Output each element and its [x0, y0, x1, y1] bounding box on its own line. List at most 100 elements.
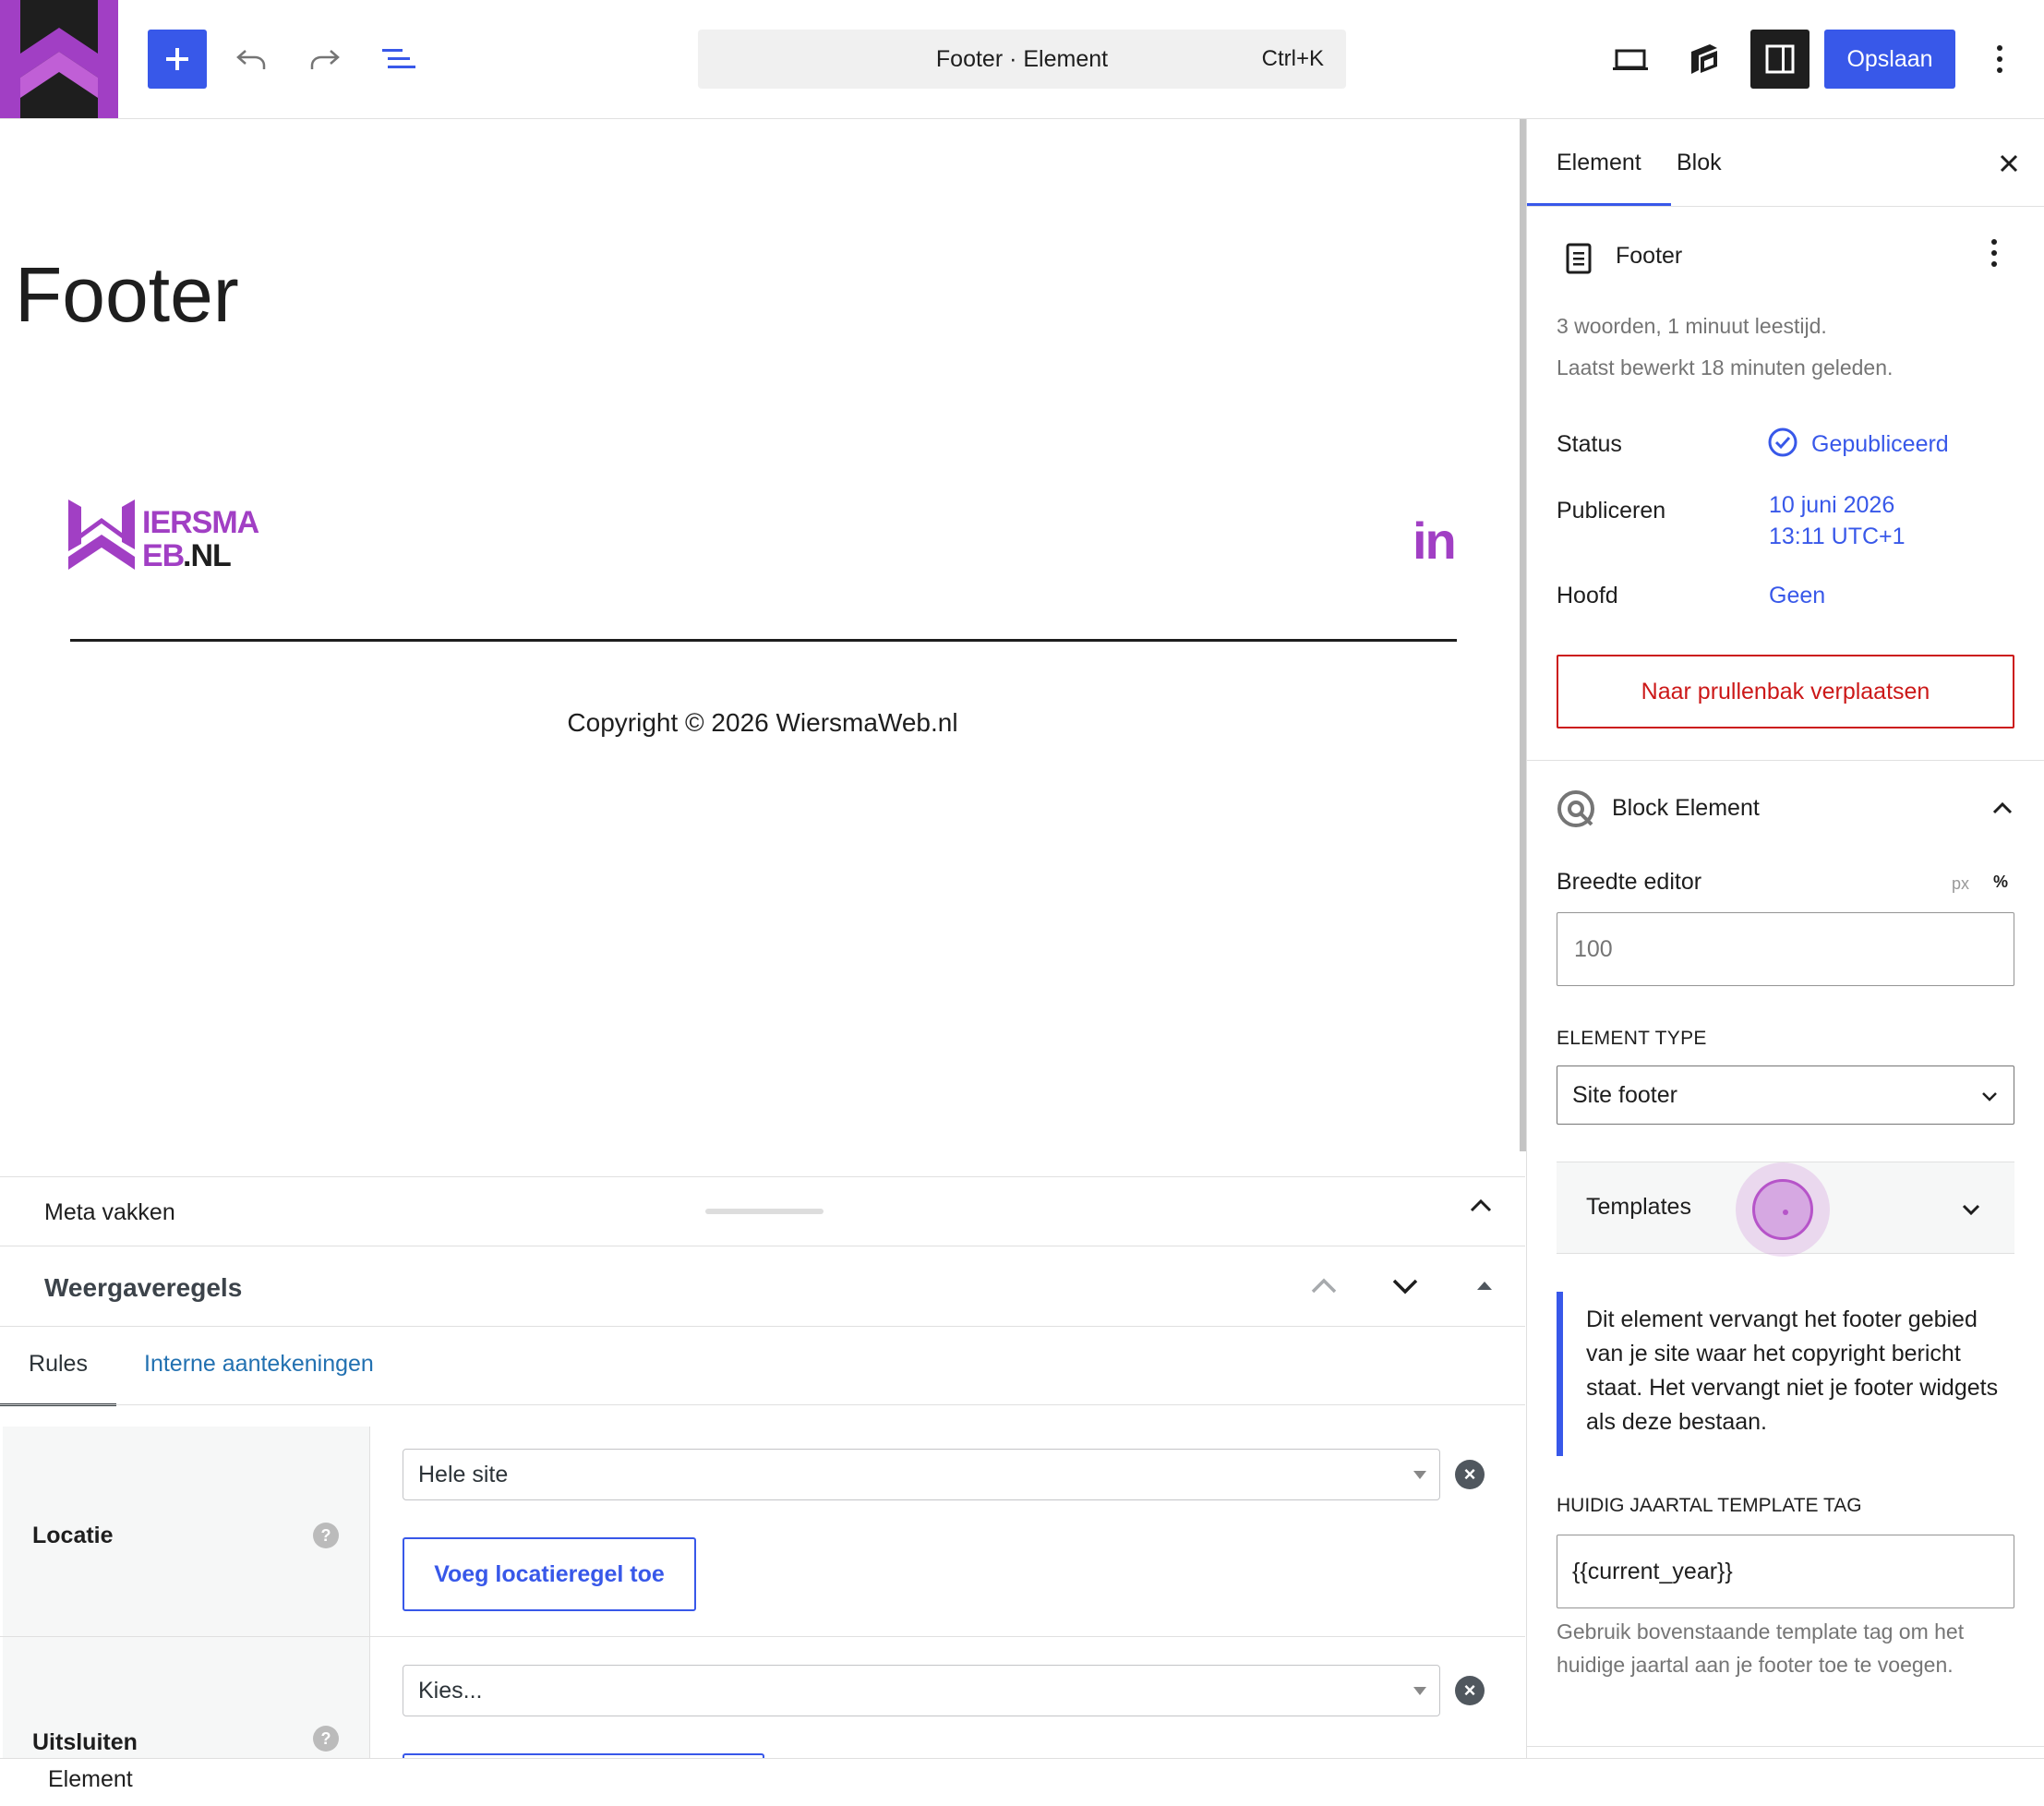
divider: [0, 1404, 1525, 1405]
page-title[interactable]: Footer: [15, 250, 239, 340]
exclude-label: Uitsluiten: [32, 1729, 138, 1755]
logo-text-line2-dark: .NL: [183, 538, 232, 573]
command-shortcut: Ctrl+K: [1261, 46, 1324, 71]
footer-divider: [70, 639, 1457, 642]
block-element-toggle[interactable]: [1989, 795, 2016, 823]
publish-time[interactable]: 13:11 UTC+1: [1769, 524, 1906, 550]
undo-icon: [236, 50, 266, 69]
block-element-title[interactable]: Block Element: [1612, 795, 1760, 822]
publish-label: Publiceren: [1557, 498, 1666, 524]
parent-value[interactable]: Geen: [1769, 583, 1825, 609]
add-block-button[interactable]: [148, 30, 207, 89]
linkedin-icon[interactable]: in: [1413, 511, 1457, 571]
editor-header: Footer · Element Ctrl+K Opslaan: [0, 0, 2044, 119]
year-tag-help: Gebruik bovenstaande template tag om het…: [1557, 1619, 1965, 1677]
element-type-select[interactable]: Site footer: [1557, 1066, 2014, 1125]
move-to-trash-button[interactable]: Naar prullenbak verplaatsen: [1557, 655, 2014, 728]
location-select[interactable]: Hele site: [403, 1449, 1440, 1500]
templates-label: Templates: [1586, 1194, 1691, 1220]
logo-text-line2-colored: EB: [142, 538, 185, 573]
published-check-icon: [1767, 427, 1798, 458]
chevron-down-icon: [1962, 1204, 1980, 1216]
document-overview-button[interactable]: [369, 30, 428, 89]
generatepress-button[interactable]: [1675, 30, 1734, 89]
redo-button[interactable]: [295, 30, 355, 89]
more-vertical-icon: [1991, 239, 1997, 267]
block-element-icon: [1557, 789, 1595, 828]
meta-boxes-panel: Meta vakken Weergaveregels Rules Interne…: [0, 1176, 1525, 1758]
remove-location-icon[interactable]: ×: [1455, 1460, 1485, 1489]
location-label-cell: Locatie ?: [3, 1427, 370, 1637]
unit-px-toggle[interactable]: px: [1952, 874, 1969, 894]
element-type-label: ELEMENT TYPE: [1557, 1028, 1707, 1049]
status-value[interactable]: Gepubliceerd: [1811, 431, 1949, 458]
help-icon[interactable]: ?: [313, 1726, 339, 1752]
location-label: Locatie: [32, 1523, 114, 1548]
status-label: Status: [1557, 431, 1622, 457]
help-icon[interactable]: ?: [313, 1523, 339, 1548]
caret-down-icon: [1413, 1471, 1426, 1479]
list-view-icon: [382, 49, 415, 68]
settings-sidebar: Element Blok Footer 3 woorden, 1 minuut …: [1526, 119, 2044, 1758]
chevron-down-icon: [1982, 1092, 1997, 1102]
display-rules-title: Weergaveregels: [44, 1273, 243, 1302]
document-title: Footer · Element: [935, 46, 1109, 72]
exclude-select-value: Kies...: [418, 1678, 483, 1704]
logo-text-line1: IERSMA: [142, 505, 259, 540]
command-palette-bar[interactable]: Footer · Element Ctrl+K: [698, 30, 1346, 89]
tab-rules[interactable]: Rules: [0, 1327, 116, 1406]
exclude-label-cell: Uitsluiten ?: [3, 1637, 370, 1758]
page-icon: [1564, 243, 1593, 274]
settings-sidebar-button[interactable]: [1750, 30, 1810, 89]
copyright-text[interactable]: Copyright © 2026 WiersmaWeb.nl: [0, 708, 1525, 738]
collapse-panel-button[interactable]: [1468, 1270, 1501, 1303]
element-notice: Dit element vervangt het footer gebied v…: [1557, 1292, 2014, 1456]
save-button[interactable]: Opslaan: [1824, 30, 1955, 89]
move-down-button[interactable]: [1389, 1270, 1422, 1303]
meta-resize-handle[interactable]: [705, 1209, 824, 1214]
year-tag-label: HUIDIG JAARTAL TEMPLATE TAG: [1557, 1495, 1862, 1516]
more-vertical-icon: [1997, 45, 2002, 73]
tab-block[interactable]: Blok: [1647, 119, 1751, 206]
close-icon: [2000, 154, 2018, 173]
word-count: 3 woorden, 1 minuut leestijd.: [1557, 314, 1827, 338]
editor-canvas[interactable]: Footer IERSMA EB .NL in Copyright © 2026…: [0, 119, 1520, 1176]
document-actions-button[interactable]: [1978, 237, 2011, 274]
year-tag-input[interactable]: {{current_year}}: [1557, 1535, 2014, 1608]
divider: [1527, 1746, 2044, 1747]
options-menu-button[interactable]: [1970, 30, 2029, 89]
triangle-up-icon: [1477, 1282, 1492, 1290]
unit-percent-toggle[interactable]: %: [1993, 873, 2008, 892]
editor-footer: Element: [0, 1758, 2044, 1806]
editor-width-label: Breedte editor: [1557, 869, 1702, 895]
divider: [1527, 206, 2044, 207]
site-logo-icon[interactable]: [0, 0, 118, 118]
meta-boxes-toggle[interactable]: [1466, 1192, 1496, 1222]
move-up-button[interactable]: [1307, 1270, 1341, 1303]
element-type-value: Site footer: [1572, 1082, 1677, 1108]
tab-internal-notes[interactable]: Interne aantekeningen: [129, 1327, 389, 1406]
desktop-icon: [1613, 49, 1648, 70]
publish-date[interactable]: 10 juni 2026: [1769, 492, 1894, 519]
close-sidebar-button[interactable]: [1992, 147, 2026, 180]
chevron-up-icon: [1470, 1198, 1492, 1212]
editor-width-input[interactable]: 100: [1557, 912, 2014, 986]
preview-button[interactable]: [1601, 30, 1660, 89]
undo-button[interactable]: [222, 30, 281, 89]
plus-icon: [166, 48, 188, 70]
exclude-select[interactable]: Kies...: [403, 1665, 1440, 1716]
meta-boxes-title[interactable]: Meta vakken: [44, 1199, 175, 1226]
add-location-rule-button[interactable]: Voeg locatieregel toe: [403, 1537, 696, 1611]
footer-logo[interactable]: IERSMA EB .NL: [68, 498, 262, 581]
chevron-up-icon: [1311, 1278, 1337, 1294]
templates-panel[interactable]: Templates: [1557, 1162, 2014, 1257]
canvas-scrollbar[interactable]: [1520, 119, 1526, 1151]
block-breadcrumb[interactable]: Element: [48, 1766, 133, 1793]
cursor-indicator: [1752, 1179, 1813, 1240]
chevron-down-icon: [1392, 1279, 1418, 1294]
location-select-value: Hele site: [418, 1462, 509, 1487]
caret-down-icon: [1413, 1687, 1426, 1695]
parent-label: Hoofd: [1557, 583, 1618, 608]
remove-exclude-icon[interactable]: ×: [1455, 1676, 1485, 1705]
sidebar-icon: [1765, 44, 1795, 74]
